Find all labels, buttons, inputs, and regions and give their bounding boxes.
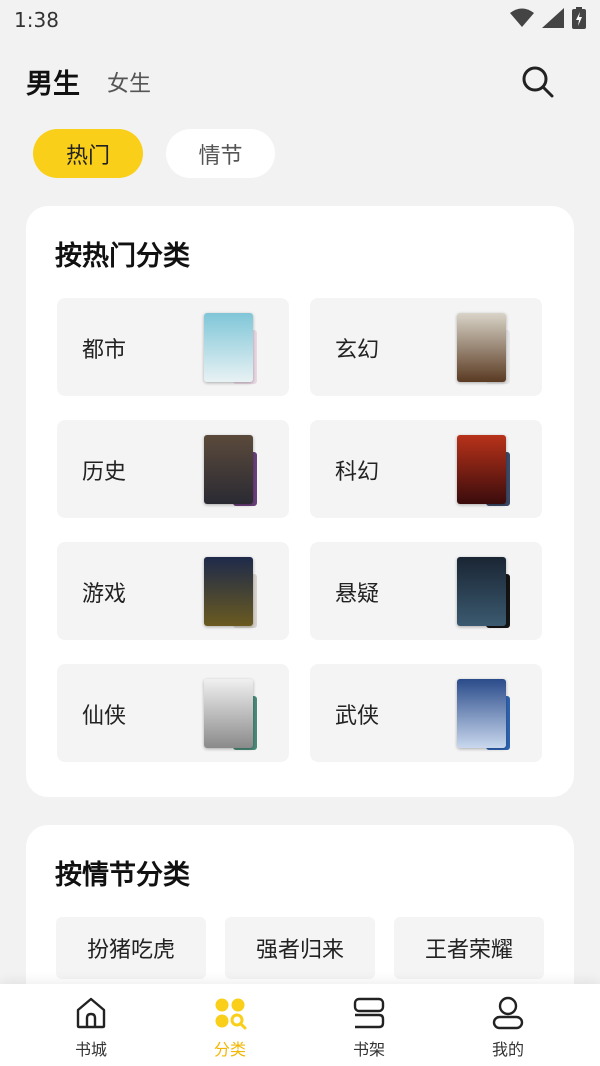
hot-section-title: 按热门分类	[55, 241, 190, 272]
status-time: 1:38	[14, 8, 59, 32]
filter-plot-button[interactable]: 情节	[166, 129, 275, 178]
plot-tag[interactable]: 强者归来	[225, 917, 375, 979]
nav-label: 分类	[213, 1040, 246, 1059]
category-scifi[interactable]: 科幻	[310, 420, 542, 518]
category-label: 都市	[82, 338, 127, 363]
category-game[interactable]: 游戏	[57, 542, 289, 640]
book-cover	[204, 313, 253, 382]
filter-hot-button[interactable]: 热门	[33, 129, 143, 178]
nav-label: 我的	[491, 1040, 524, 1059]
book-cover	[204, 679, 253, 748]
search-icon[interactable]	[520, 64, 554, 98]
nav-category[interactable]: 分类	[170, 996, 290, 1060]
book-cover	[457, 557, 506, 626]
category-label: 玄幻	[335, 338, 380, 363]
plot-section-title: 按情节分类	[55, 860, 190, 891]
hot-category-card: 按热门分类 都市 玄幻 历史 科幻 游戏 悬疑 仙侠 武侠	[26, 206, 574, 797]
category-label: 悬疑	[335, 582, 380, 607]
book-cover	[457, 435, 506, 504]
nav-bookshelf[interactable]: 书架	[309, 996, 429, 1060]
top-header: 男生 女生	[0, 52, 600, 108]
tab-male[interactable]: 男生	[26, 62, 80, 101]
category-label: 游戏	[82, 582, 127, 607]
category-wuxia[interactable]: 武侠	[310, 664, 542, 762]
status-bar: 1:38	[0, 0, 600, 40]
battery-icon	[572, 7, 586, 29]
category-label: 科幻	[335, 460, 380, 485]
tab-female[interactable]: 女生	[107, 66, 151, 98]
category-history[interactable]: 历史	[57, 420, 289, 518]
nav-label: 书架	[352, 1040, 385, 1059]
nav-bookstore[interactable]: 书城	[31, 996, 151, 1060]
nav-label: 书城	[74, 1040, 107, 1059]
category-label: 仙侠	[82, 704, 127, 729]
plot-tag[interactable]: 王者荣耀	[394, 917, 544, 979]
wifi-icon	[510, 8, 534, 27]
bookshelf-icon	[353, 997, 385, 1029]
plot-tag[interactable]: 扮猪吃虎	[56, 917, 206, 979]
profile-icon	[492, 996, 524, 1030]
category-xianxia[interactable]: 仙侠	[57, 664, 289, 762]
book-cover	[457, 679, 506, 748]
home-icon	[76, 997, 106, 1029]
category-urban[interactable]: 都市	[57, 298, 289, 396]
nav-profile[interactable]: 我的	[448, 996, 568, 1060]
signal-icon	[542, 8, 564, 28]
book-cover	[457, 313, 506, 382]
category-mystery[interactable]: 悬疑	[310, 542, 542, 640]
bottom-navigation: 书城 分类 书架 我的	[0, 984, 600, 1066]
book-cover	[204, 557, 253, 626]
category-label: 历史	[82, 460, 127, 485]
category-fantasy[interactable]: 玄幻	[310, 298, 542, 396]
status-icons	[510, 7, 586, 29]
book-cover	[204, 435, 253, 504]
category-label: 武侠	[335, 704, 380, 729]
category-icon	[215, 998, 247, 1030]
